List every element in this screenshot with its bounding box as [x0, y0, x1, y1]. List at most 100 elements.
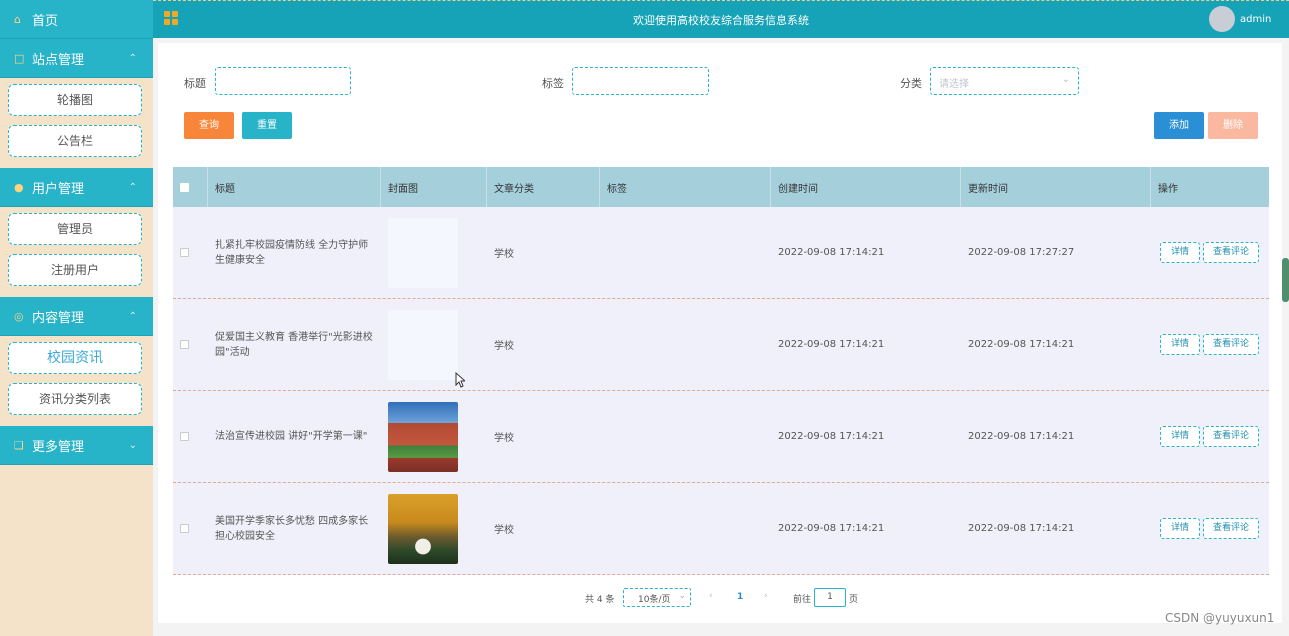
- category-filter-label: 分类: [900, 77, 922, 90]
- mouse-cursor-icon: [455, 372, 465, 388]
- detail-button[interactable]: 详情: [1160, 518, 1200, 539]
- content-icon: ◎: [14, 309, 24, 323]
- goto-label: 前往: [793, 595, 812, 605]
- sidebar-group-label: 用户管理: [32, 181, 85, 197]
- sidebar-item-campus-news[interactable]: 校园资讯: [8, 342, 142, 374]
- sidebar-item-carousel[interactable]: 轮播图: [8, 84, 142, 116]
- sidebar-group-users[interactable]: ● 用户管理 ⌃: [0, 168, 153, 207]
- page-number-current[interactable]: 1: [737, 592, 743, 602]
- created-cell: 2022-09-08 17:14:21: [778, 247, 885, 258]
- delete-button[interactable]: 删除: [1208, 112, 1258, 139]
- sidebar-item-admin[interactable]: 管理员: [8, 213, 142, 245]
- title-filter-input[interactable]: [215, 67, 351, 95]
- chevron-down-icon: ⌄: [1061, 74, 1070, 85]
- view-comments-button[interactable]: 查看评论: [1203, 518, 1259, 539]
- category-cell: 学校: [494, 341, 514, 352]
- detail-button[interactable]: 详情: [1160, 426, 1200, 447]
- chevron-up-icon: ⌃: [128, 310, 137, 322]
- app-title: 欢迎使用高校校友综合服务信息系统: [633, 14, 809, 27]
- tag-filter-label: 标签: [542, 77, 564, 90]
- username[interactable]: admin: [1240, 14, 1271, 25]
- page-size-value: 10条/页: [638, 595, 671, 605]
- view-comments-button[interactable]: 查看评论: [1203, 426, 1259, 447]
- sidebar-group-label: 内容管理: [32, 310, 85, 326]
- total-count: 共 4 条: [585, 595, 615, 605]
- page-unit-label: 页: [849, 595, 859, 605]
- created-cell: 2022-09-08 17:14:21: [778, 431, 885, 442]
- created-cell: 2022-09-08 17:14:21: [778, 339, 885, 350]
- select-all-cell: [173, 167, 208, 207]
- category-cell: 学校: [494, 525, 514, 536]
- query-button[interactable]: 查询: [184, 112, 234, 139]
- sidebar-item-notice[interactable]: 公告栏: [8, 125, 142, 157]
- tag-filter-input[interactable]: [572, 67, 709, 95]
- page-size-select[interactable]: 10条/页 ⌄: [623, 588, 691, 607]
- title-cell: 扎紧扎牢校园疫情防线 全力守护师生健康安全: [215, 239, 369, 266]
- title-cell: 促爱国主义教育 香港举行"光影进校园"活动: [215, 331, 373, 358]
- category-cell: 学校: [494, 433, 514, 444]
- chevron-up-icon: ⌃: [128, 52, 137, 64]
- page-scrollbar[interactable]: [1282, 258, 1289, 302]
- home-icon: ⌂: [14, 12, 21, 26]
- row-checkbox[interactable]: [180, 340, 189, 349]
- detail-button[interactable]: 详情: [1160, 242, 1200, 263]
- column-header: 封面图: [381, 167, 487, 207]
- sidebar-item-news-categories[interactable]: 资讯分类列表: [8, 383, 142, 415]
- cover-image: [388, 217, 458, 288]
- category-placeholder: 请选择: [939, 79, 969, 90]
- prev-page-icon[interactable]: ‹: [709, 591, 713, 601]
- table-header: 标题 封面图 文章分类 标签 创建时间 更新时间 操作: [173, 167, 1269, 207]
- chevron-down-icon: ⌄: [128, 439, 137, 451]
- sidebar-group-content[interactable]: ◎ 内容管理 ⌃: [0, 297, 153, 336]
- updated-cell: 2022-09-08 17:14:21: [968, 431, 1075, 442]
- updated-cell: 2022-09-08 17:27:27: [968, 247, 1075, 258]
- column-header[interactable]: 标签: [600, 167, 771, 207]
- column-header[interactable]: 更新时间: [961, 167, 1151, 207]
- category-cell: 学校: [494, 249, 514, 260]
- updated-cell: 2022-09-08 17:14:21: [968, 523, 1075, 534]
- tag-cell: [600, 391, 771, 482]
- sidebar-item-label: 首页: [32, 13, 59, 29]
- chevron-down-icon: ⌄: [678, 591, 686, 601]
- user-icon: ●: [14, 180, 24, 194]
- sidebar-group-site[interactable]: □ 站点管理 ⌃: [0, 39, 153, 78]
- add-button[interactable]: 添加: [1154, 112, 1204, 139]
- tag-cell: [600, 207, 771, 298]
- title-cell: 美国开学季家长多忧愁 四成多家长担心校园安全: [215, 515, 369, 542]
- pagination: 共 4 条 10条/页 ⌄ ‹ 1 › 前往 1 页: [158, 588, 1282, 608]
- goto-page-input[interactable]: 1: [814, 588, 846, 607]
- cover-image: [388, 493, 458, 564]
- chevron-up-icon: ⌃: [128, 181, 137, 193]
- column-header[interactable]: 标题: [208, 167, 381, 207]
- column-header[interactable]: 文章分类: [487, 167, 600, 207]
- watermark: CSDN @yuyuxun1: [1165, 611, 1275, 625]
- monitor-icon: □: [14, 51, 25, 65]
- next-page-icon[interactable]: ›: [764, 591, 768, 601]
- sidebar-item-registered-users[interactable]: 注册用户: [8, 254, 142, 286]
- news-table: 标题 封面图 文章分类 标签 创建时间 更新时间 操作 扎紧扎牢校园疫情防线 全…: [173, 167, 1269, 575]
- select-all-checkbox[interactable]: [180, 182, 189, 192]
- copy-icon: ❏: [14, 438, 24, 452]
- sidebar-group-label: 更多管理: [32, 439, 85, 455]
- sidebar-item-home[interactable]: ⌂ 首页: [0, 0, 153, 39]
- topbar: 欢迎使用高校校友综合服务信息系统 admin: [153, 0, 1289, 38]
- row-checkbox[interactable]: [180, 432, 189, 441]
- column-header[interactable]: 创建时间: [771, 167, 961, 207]
- title-cell: 法治宣传进校园 讲好"开学第一课": [215, 431, 368, 442]
- table-row: 美国开学季家长多忧愁 四成多家长担心校园安全 学校 2022-09-08 17:…: [173, 483, 1269, 575]
- sidebar-group-more[interactable]: ❏ 更多管理 ⌄: [0, 426, 153, 465]
- detail-button[interactable]: 详情: [1160, 334, 1200, 355]
- main-panel: 标题 标签 分类 请选择 ⌄ 查询 重置 添加 删除 标题 封面图 文章分类 标…: [158, 43, 1282, 623]
- view-comments-button[interactable]: 查看评论: [1203, 242, 1259, 263]
- title-filter-label: 标题: [184, 77, 206, 90]
- category-select[interactable]: 请选择 ⌄: [930, 67, 1079, 95]
- view-comments-button[interactable]: 查看评论: [1203, 334, 1259, 355]
- updated-cell: 2022-09-08 17:14:21: [968, 339, 1075, 350]
- row-checkbox[interactable]: [180, 248, 189, 257]
- table-row: 法治宣传进校园 讲好"开学第一课" 学校 2022-09-08 17:14:21…: [173, 391, 1269, 483]
- avatar[interactable]: [1209, 6, 1235, 32]
- reset-button[interactable]: 重置: [242, 112, 292, 139]
- column-header: 操作: [1158, 183, 1178, 195]
- sidebar: ⌂ 首页 □ 站点管理 ⌃ 轮播图 公告栏 ● 用户管理 ⌃ 管理员 注册用户 …: [0, 0, 153, 636]
- row-checkbox[interactable]: [180, 524, 189, 533]
